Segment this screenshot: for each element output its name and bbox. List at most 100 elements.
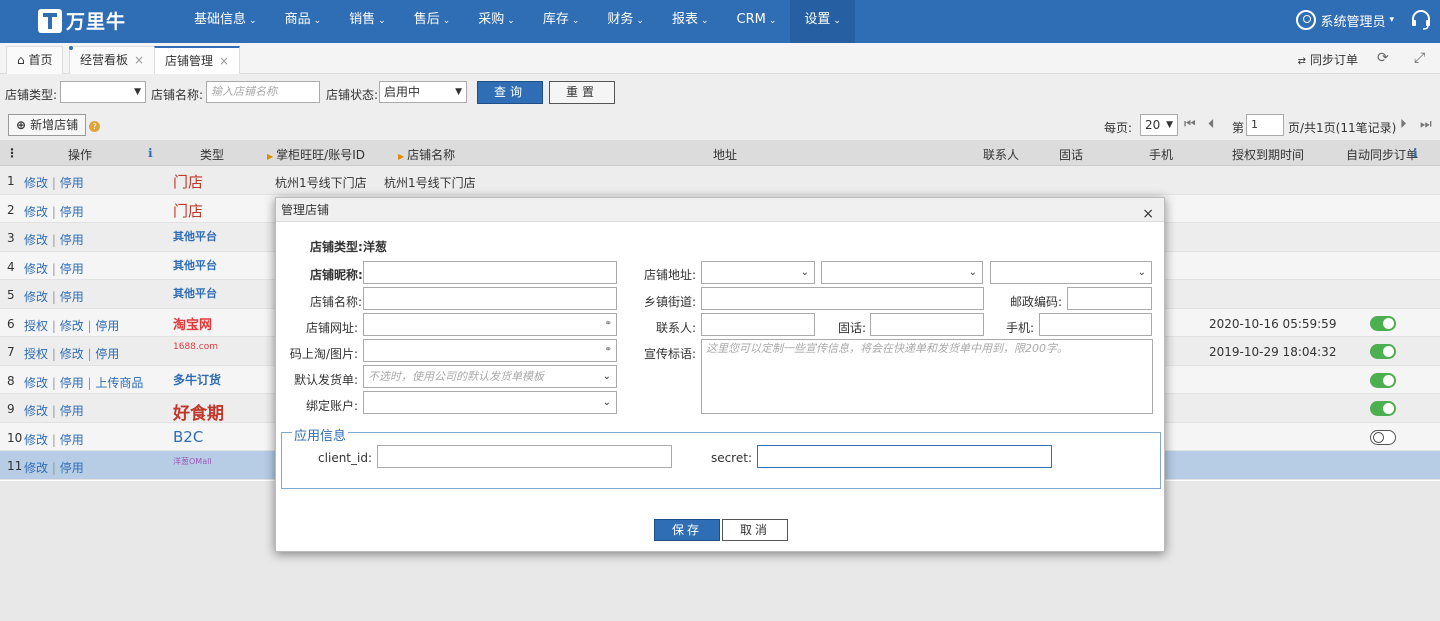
contact-input[interactable] (701, 313, 815, 336)
row-action-link[interactable]: 授权 (24, 347, 48, 361)
row-action-link[interactable]: 修改 (24, 376, 48, 390)
mobile-input[interactable] (1039, 313, 1152, 336)
row-action-link[interactable]: 修改 (24, 176, 48, 190)
auto-sync-toggle[interactable] (1370, 429, 1396, 445)
last-page-icon[interactable]: ⏭ (1420, 117, 1432, 132)
shop-url-input[interactable]: ⚭ (363, 313, 617, 336)
row-action-link[interactable]: 停用 (60, 233, 84, 247)
row-action-link[interactable]: 停用 (60, 205, 84, 219)
action-separator: | (83, 347, 96, 361)
row-action-link[interactable]: 修改 (24, 262, 48, 276)
row-action-link[interactable]: 修改 (24, 433, 48, 447)
row-action-link[interactable]: 停用 (60, 262, 84, 276)
shop-name-input[interactable]: 输入店铺名称 (206, 81, 320, 103)
tab-dashboard[interactable]: 经营看板 × (69, 46, 156, 74)
header-shop-name[interactable]: 店铺名称 (398, 146, 455, 163)
cancel-button[interactable]: 取消 (722, 519, 788, 541)
row-action-link[interactable]: 修改 (60, 319, 84, 333)
row-action-link[interactable]: 停用 (95, 319, 119, 333)
nav-item-1[interactable]: 商品 ⌄ (271, 0, 336, 43)
nav-item-6[interactable]: 财务 ⌄ (593, 0, 658, 43)
nickname-input[interactable] (363, 261, 617, 284)
row-action-link[interactable]: 授权 (24, 319, 48, 333)
info-icon[interactable]: ℹ (1413, 146, 1418, 160)
first-page-icon[interactable]: ⏮ (1184, 117, 1196, 132)
shop-name-field[interactable] (363, 287, 617, 310)
nav-item-3[interactable]: 售后 ⌄ (400, 0, 465, 43)
district-select[interactable]: ⌄ (990, 261, 1152, 284)
nav-item-2[interactable]: 销售 ⌄ (335, 0, 400, 43)
row-action-link[interactable]: 停用 (60, 290, 84, 304)
shop-type-label: 店铺类型: (5, 88, 58, 102)
user-menu[interactable]: 系统管理员 ▾ (1296, 10, 1394, 30)
next-page-icon[interactable]: ⏵ (1400, 117, 1407, 132)
row-action-link[interactable]: 修改 (24, 290, 48, 304)
nav-item-0[interactable]: 基础信息 ⌄ (180, 0, 271, 43)
refresh-icon[interactable]: ⟳ (1377, 50, 1389, 66)
chevron-down-icon: ⌄ (800, 267, 809, 278)
qr-image-input[interactable]: ⚭ (363, 339, 617, 362)
chevron-down-icon: ⌄ (378, 16, 386, 26)
row-action-link[interactable]: 修改 (24, 205, 48, 219)
city-select[interactable]: ⌄ (821, 261, 983, 284)
qr-label: 码上淘/图片: (289, 347, 358, 361)
slogan-textarea[interactable]: 这里您可以定制一些宣传信息，将会在快递单和发货单中用到，限200字。 (701, 339, 1153, 414)
row-action-link[interactable]: 修改 (60, 347, 84, 361)
page-number-input[interactable]: 1 (1246, 114, 1284, 136)
reset-button[interactable]: 重置 (549, 81, 615, 104)
row-action-link[interactable]: 修改 (24, 233, 48, 247)
add-shop-label: 新增店铺 (30, 118, 79, 132)
row-action-link[interactable]: 上传商品 (95, 376, 143, 390)
app-logo[interactable]: 万里牛 (38, 7, 126, 34)
postcode-label: 邮政编码: (1009, 295, 1062, 309)
street-input[interactable] (701, 287, 984, 310)
row-action-link[interactable]: 修改 (24, 461, 48, 475)
nav-item-4[interactable]: 采购 ⌄ (464, 0, 529, 43)
auto-sync-toggle[interactable] (1370, 401, 1396, 416)
nav-item-5[interactable]: 库存 ⌄ (529, 0, 594, 43)
tab-shop-management[interactable]: 店铺管理 × (154, 46, 241, 74)
help-icon[interactable]: ? (89, 121, 100, 132)
shop-status-select[interactable]: 启用中 ▼ (379, 81, 467, 103)
save-button[interactable]: 保存 (654, 519, 720, 541)
auto-sync-toggle[interactable] (1370, 372, 1396, 388)
row-action-link[interactable]: 停用 (60, 404, 84, 418)
phone-input[interactable] (870, 313, 984, 336)
province-select[interactable]: ⌄ (701, 261, 815, 284)
sync-order-button[interactable]: ⇄ 同步订单 (1298, 51, 1358, 68)
client-id-label: client_id: (318, 451, 372, 465)
row-action-link[interactable]: 停用 (95, 347, 119, 361)
postcode-input[interactable] (1067, 287, 1152, 310)
add-shop-button[interactable]: ⊕ 新增店铺 (8, 114, 87, 136)
shop-type-select[interactable]: ▼ (60, 81, 146, 103)
table-row[interactable]: 1 修改 | 停用 门店 杭州1号线下门店 杭州1号线下门店 (0, 166, 1440, 195)
fullscreen-icon[interactable]: ⤢ (1414, 50, 1425, 66)
close-icon[interactable]: × (134, 53, 144, 67)
auto-sync-toggle[interactable] (1370, 315, 1396, 331)
close-icon[interactable]: × (1142, 202, 1154, 226)
auto-sync-toggle[interactable] (1370, 344, 1396, 359)
column-menu-icon[interactable]: ⋮ (6, 146, 18, 160)
header-account[interactable]: 掌柜旺旺/账号ID (267, 146, 365, 163)
close-icon[interactable]: × (219, 54, 229, 68)
nav-item-7[interactable]: 报表 ⌄ (658, 0, 723, 43)
row-actions: 授权 | 修改 | 停用 (24, 317, 119, 334)
row-action-link[interactable]: 停用 (60, 433, 84, 447)
secret-input[interactable] (757, 445, 1052, 468)
default-waybill-select[interactable]: 不选时，使用公司的默认发货单模板 ⌄ (363, 365, 617, 388)
header-contact: 联系人 (983, 148, 1020, 162)
bind-account-select[interactable]: ⌄ (363, 391, 617, 414)
headset-icon[interactable] (1410, 9, 1432, 31)
nav-item-9[interactable]: 设置 ⌄ (790, 0, 855, 43)
row-action-link[interactable]: 停用 (60, 461, 84, 475)
row-action-link[interactable]: 停用 (60, 376, 84, 390)
info-icon[interactable]: ℹ (148, 146, 153, 160)
prev-page-icon[interactable]: ⏴ (1208, 117, 1215, 132)
row-action-link[interactable]: 停用 (60, 176, 84, 190)
per-page-select[interactable]: 20 ▼ (1140, 114, 1178, 136)
client-id-input[interactable] (377, 445, 672, 468)
row-action-link[interactable]: 修改 (24, 404, 48, 418)
nav-item-8[interactable]: CRM ⌄ (723, 0, 791, 43)
tab-home[interactable]: ⌂ 首页 (6, 46, 64, 74)
query-button[interactable]: 查询 (477, 81, 543, 104)
